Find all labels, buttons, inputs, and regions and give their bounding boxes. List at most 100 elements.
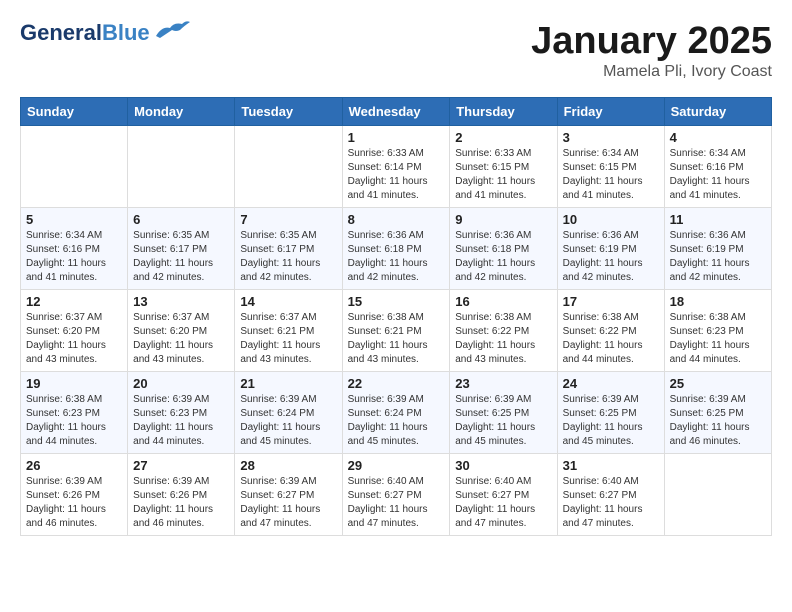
- calendar-cell: 9Sunrise: 6:36 AM Sunset: 6:18 PM Daylig…: [450, 208, 557, 290]
- day-info: Sunrise: 6:33 AM Sunset: 6:14 PM Dayligh…: [348, 147, 445, 203]
- day-number: 21: [240, 376, 336, 391]
- calendar-header-tuesday: Tuesday: [235, 98, 342, 126]
- day-info: Sunrise: 6:34 AM Sunset: 6:16 PM Dayligh…: [670, 147, 766, 203]
- day-number: 1: [348, 130, 445, 145]
- calendar-cell: 10 Sunrise: 6:36 AM Sunset: 6:19 PM Dayli…: [557, 208, 664, 290]
- logo: General Blue: [20, 20, 190, 46]
- title-block: January 2025 Mamela Pli, Ivory Coast: [531, 20, 772, 81]
- calendar-cell: 18 Sunrise: 6:38 AM Sunset: 6:23 PM Dayli…: [664, 290, 771, 372]
- day-number: 30: [455, 458, 551, 473]
- day-info: Sunrise: 6:37 AM Sunset: 6:21 PM Dayligh…: [240, 311, 336, 367]
- calendar-header-saturday: Saturday: [664, 98, 771, 126]
- calendar-cell: 22 Sunrise: 6:39 AM Sunset: 6:24 PM Dayli…: [342, 372, 450, 454]
- day-number: 19: [26, 376, 122, 391]
- day-info: Sunrise: 6:34 AM Sunset: 6:16 PM Dayligh…: [26, 229, 122, 285]
- day-number: 10: [563, 212, 659, 227]
- day-info: Sunrise: 6:36 AM Sunset: 6:19 PM Dayligh…: [563, 229, 659, 285]
- calendar-cell: 15Sunrise: 6:38 AM Sunset: 6:21 PM Dayli…: [342, 290, 450, 372]
- day-number: 4: [670, 130, 766, 145]
- calendar-cell: 7 Sunrise: 6:35 AM Sunset: 6:17 PM Daylig…: [235, 208, 342, 290]
- calendar-cell: 5 Sunrise: 6:34 AM Sunset: 6:16 PM Daylig…: [21, 208, 128, 290]
- day-number: 5: [26, 212, 122, 227]
- day-info: Sunrise: 6:39 AM Sunset: 6:27 PM Dayligh…: [240, 475, 336, 531]
- day-info: Sunrise: 6:33 AM Sunset: 6:15 PM Dayligh…: [455, 147, 551, 203]
- calendar-cell: 29Sunrise: 6:40 AM Sunset: 6:27 PM Dayli…: [342, 454, 450, 536]
- day-number: 28: [240, 458, 336, 473]
- calendar-cell: 28 Sunrise: 6:39 AM Sunset: 6:27 PM Dayli…: [235, 454, 342, 536]
- day-info: Sunrise: 6:40 AM Sunset: 6:27 PM Dayligh…: [563, 475, 659, 531]
- calendar-header-row: SundayMondayTuesdayWednesdayThursdayFrid…: [21, 98, 772, 126]
- day-number: 13: [133, 294, 229, 309]
- day-number: 8: [348, 212, 445, 227]
- calendar-cell: 13 Sunrise: 6:37 AM Sunset: 6:20 PM Dayli…: [128, 290, 235, 372]
- day-info: Sunrise: 6:35 AM Sunset: 6:17 PM Dayligh…: [240, 229, 336, 285]
- day-number: 11: [670, 212, 766, 227]
- day-number: 29: [348, 458, 445, 473]
- calendar-week-row: 1 Sunrise: 6:33 AM Sunset: 6:14 PM Daylig…: [21, 126, 772, 208]
- day-number: 15: [348, 294, 445, 309]
- logo-general-text: General: [20, 20, 102, 46]
- day-number: 31: [563, 458, 659, 473]
- calendar-cell: [664, 454, 771, 536]
- calendar-cell: 16Sunrise: 6:38 AM Sunset: 6:22 PM Dayli…: [450, 290, 557, 372]
- calendar-cell: 30 Sunrise: 6:40 AM Sunset: 6:27 PM Dayli…: [450, 454, 557, 536]
- calendar-cell: 14 Sunrise: 6:37 AM Sunset: 6:21 PM Dayli…: [235, 290, 342, 372]
- day-number: 24: [563, 376, 659, 391]
- day-info: Sunrise: 6:37 AM Sunset: 6:20 PM Dayligh…: [133, 311, 229, 367]
- day-info: Sunrise: 6:34 AM Sunset: 6:15 PM Dayligh…: [563, 147, 659, 203]
- calendar-header-monday: Monday: [128, 98, 235, 126]
- day-number: 22: [348, 376, 445, 391]
- calendar-cell: 20Sunrise: 6:39 AM Sunset: 6:23 PM Dayli…: [128, 372, 235, 454]
- day-info: Sunrise: 6:38 AM Sunset: 6:23 PM Dayligh…: [670, 311, 766, 367]
- day-number: 27: [133, 458, 229, 473]
- calendar-cell: 2 Sunrise: 6:33 AM Sunset: 6:15 PM Daylig…: [450, 126, 557, 208]
- day-number: 18: [670, 294, 766, 309]
- calendar-cell: 26Sunrise: 6:39 AM Sunset: 6:26 PM Dayli…: [21, 454, 128, 536]
- bird-icon: [154, 18, 190, 40]
- calendar-week-row: 5 Sunrise: 6:34 AM Sunset: 6:16 PM Daylig…: [21, 208, 772, 290]
- location-subtitle: Mamela Pli, Ivory Coast: [531, 63, 772, 81]
- day-number: 23: [455, 376, 551, 391]
- calendar-cell: 8 Sunrise: 6:36 AM Sunset: 6:18 PM Daylig…: [342, 208, 450, 290]
- day-number: 20: [133, 376, 229, 391]
- calendar-header-friday: Friday: [557, 98, 664, 126]
- calendar-cell: 12Sunrise: 6:37 AM Sunset: 6:20 PM Dayli…: [21, 290, 128, 372]
- day-number: 3: [563, 130, 659, 145]
- calendar-cell: 11 Sunrise: 6:36 AM Sunset: 6:19 PM Dayli…: [664, 208, 771, 290]
- day-info: Sunrise: 6:38 AM Sunset: 6:22 PM Dayligh…: [455, 311, 551, 367]
- day-number: 14: [240, 294, 336, 309]
- day-info: Sunrise: 6:39 AM Sunset: 6:24 PM Dayligh…: [240, 393, 336, 449]
- day-info: Sunrise: 6:39 AM Sunset: 6:26 PM Dayligh…: [133, 475, 229, 531]
- calendar-week-row: 26 Sunrise: 6:39 AM Sunset: 6:26 PM Dayli…: [21, 454, 772, 536]
- day-info: Sunrise: 6:35 AM Sunset: 6:17 PM Dayligh…: [133, 229, 229, 285]
- calendar-cell: 6 Sunrise: 6:35 AM Sunset: 6:17 PM Daylig…: [128, 208, 235, 290]
- month-title: January 2025: [531, 20, 772, 63]
- day-number: 26: [26, 458, 122, 473]
- calendar-cell: [128, 126, 235, 208]
- day-number: 2: [455, 130, 551, 145]
- day-info: Sunrise: 6:40 AM Sunset: 6:27 PM Dayligh…: [455, 475, 551, 531]
- calendar-cell: 21 Sunrise: 6:39 AM Sunset: 6:24 PM Dayli…: [235, 372, 342, 454]
- calendar-cell: [21, 126, 128, 208]
- calendar-header-sunday: Sunday: [21, 98, 128, 126]
- day-info: Sunrise: 6:38 AM Sunset: 6:23 PM Dayligh…: [26, 393, 122, 449]
- calendar-header-wednesday: Wednesday: [342, 98, 450, 126]
- calendar-cell: 31 Sunrise: 6:40 AM Sunset: 6:27 PM Dayli…: [557, 454, 664, 536]
- calendar-cell: 1 Sunrise: 6:33 AM Sunset: 6:14 PM Daylig…: [342, 126, 450, 208]
- calendar-cell: 24 Sunrise: 6:39 AM Sunset: 6:25 PM Dayli…: [557, 372, 664, 454]
- day-info: Sunrise: 6:39 AM Sunset: 6:25 PM Dayligh…: [670, 393, 766, 449]
- day-info: Sunrise: 6:39 AM Sunset: 6:25 PM Dayligh…: [563, 393, 659, 449]
- day-number: 12: [26, 294, 122, 309]
- day-number: 6: [133, 212, 229, 227]
- day-info: Sunrise: 6:39 AM Sunset: 6:25 PM Dayligh…: [455, 393, 551, 449]
- day-info: Sunrise: 6:36 AM Sunset: 6:18 PM Dayligh…: [348, 229, 445, 285]
- day-number: 7: [240, 212, 336, 227]
- day-info: Sunrise: 6:36 AM Sunset: 6:18 PM Dayligh…: [455, 229, 551, 285]
- calendar-header-thursday: Thursday: [450, 98, 557, 126]
- day-info: Sunrise: 6:36 AM Sunset: 6:19 PM Dayligh…: [670, 229, 766, 285]
- calendar-cell: 27 Sunrise: 6:39 AM Sunset: 6:26 PM Dayli…: [128, 454, 235, 536]
- day-info: Sunrise: 6:38 AM Sunset: 6:22 PM Dayligh…: [563, 311, 659, 367]
- calendar-cell: 19 Sunrise: 6:38 AM Sunset: 6:23 PM Dayli…: [21, 372, 128, 454]
- day-info: Sunrise: 6:39 AM Sunset: 6:24 PM Dayligh…: [348, 393, 445, 449]
- page-header: General Blue January 2025 Mamela Pli, Iv…: [20, 20, 772, 81]
